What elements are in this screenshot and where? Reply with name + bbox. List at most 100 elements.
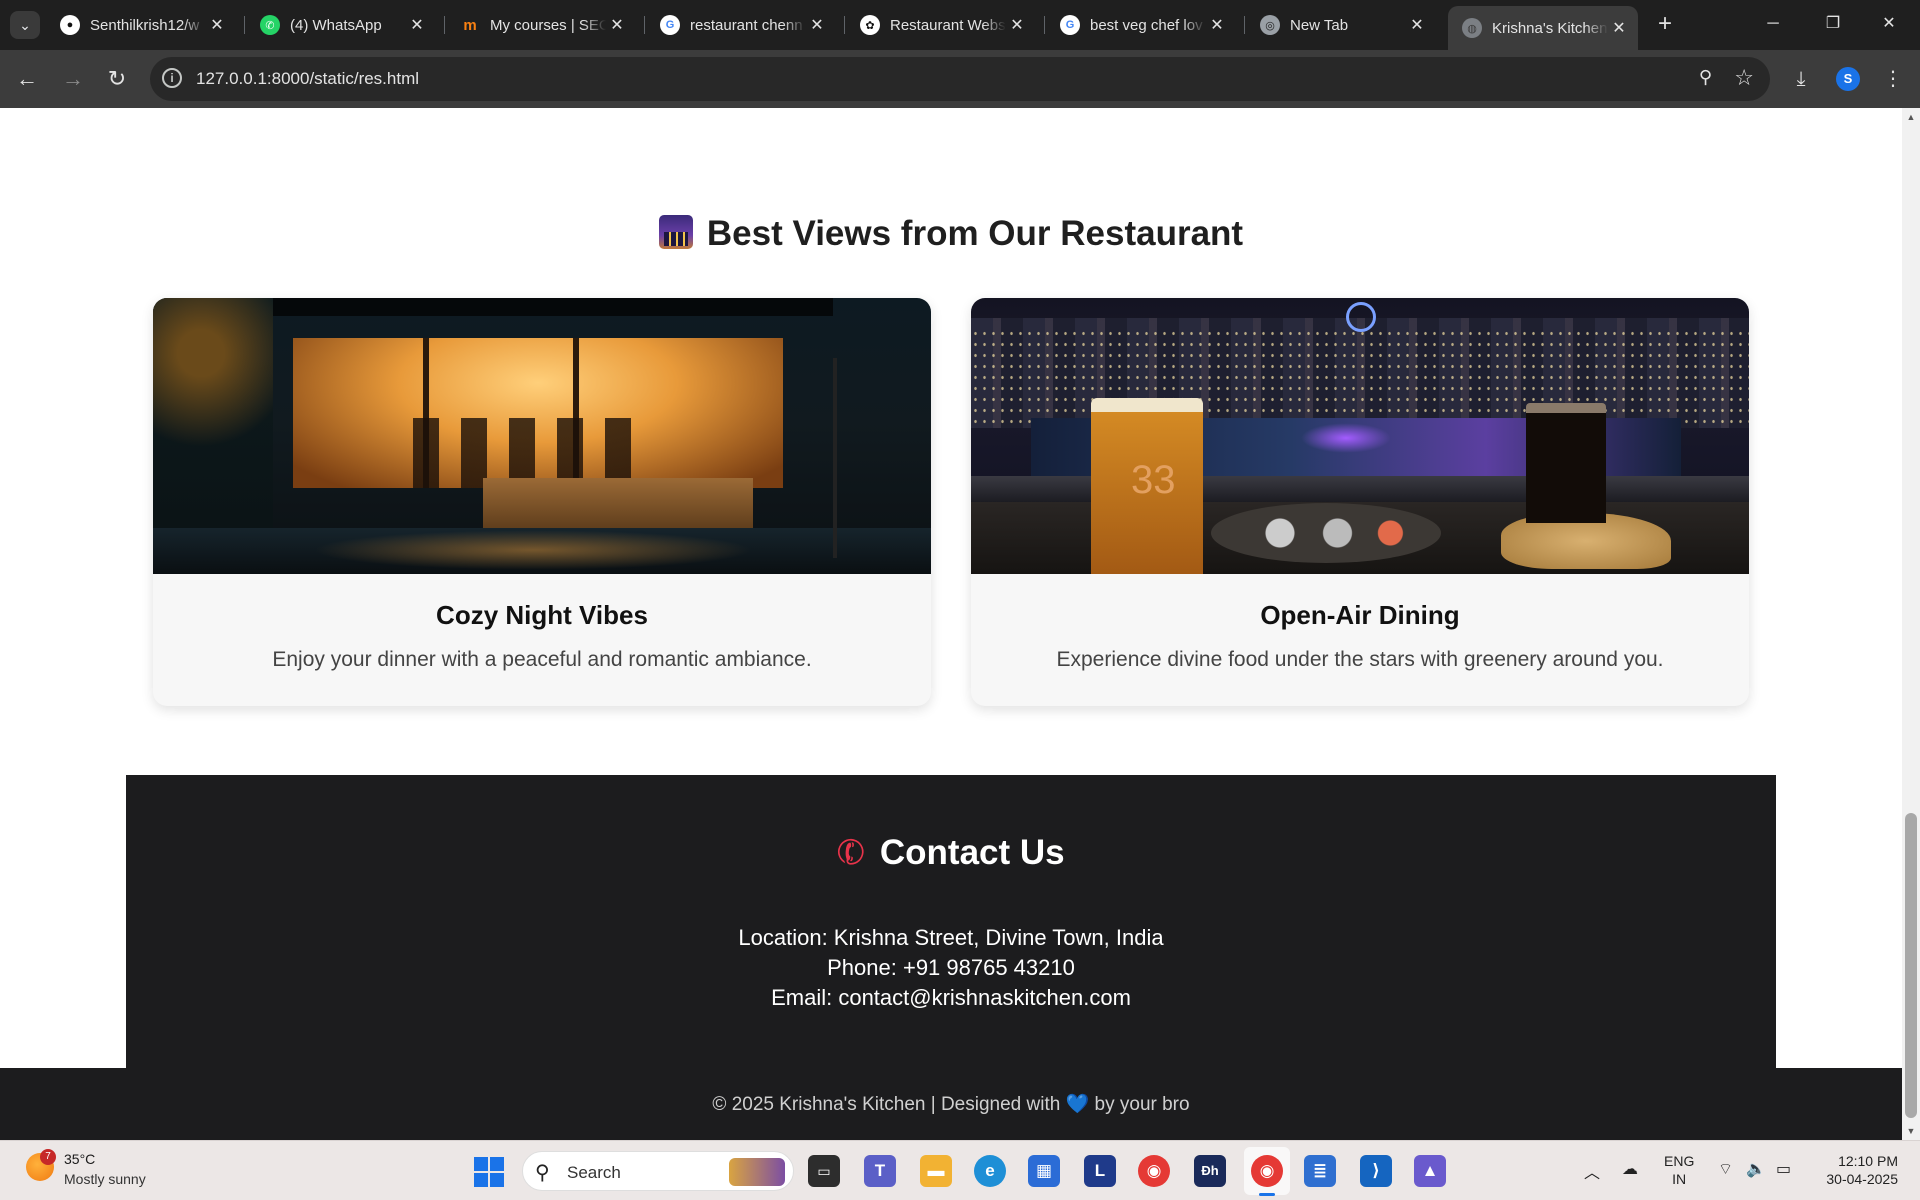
- photo-neon-glow: [1301, 423, 1391, 453]
- back-arrow-icon[interactable]: ←: [10, 62, 44, 96]
- blue-heart-icon: 💙: [1065, 1094, 1090, 1115]
- language-indicator[interactable]: ENG IN: [1664, 1152, 1694, 1188]
- close-tab-icon[interactable]: ✕: [1608, 18, 1630, 38]
- search-icon: ⚲: [535, 1162, 550, 1184]
- close-tab-icon[interactable]: ✕: [406, 15, 428, 35]
- photo-food-plate: [1211, 503, 1441, 563]
- photo-reflection: [313, 530, 753, 570]
- profile-avatar[interactable]: S: [1836, 67, 1860, 91]
- edge-icon[interactable]: e: [974, 1155, 1006, 1187]
- tab-divider: [444, 16, 445, 34]
- tab-krishnas-kitchen[interactable]: ◍ Krishna's Kitchen ✕: [1448, 6, 1638, 50]
- tab-restaurant-website[interactable]: ✿ Restaurant Webs ✕: [846, 8, 1036, 42]
- tab-divider: [1044, 16, 1045, 34]
- tab-divider: [1244, 16, 1245, 34]
- close-tab-icon[interactable]: ✕: [1406, 15, 1428, 35]
- lenovo-icon[interactable]: L: [1084, 1155, 1116, 1187]
- chrome-icon: ◎: [1260, 15, 1280, 35]
- photos-icon[interactable]: ▲: [1414, 1155, 1446, 1187]
- microsoft-store-icon[interactable]: ▦: [1028, 1155, 1060, 1187]
- contact-location: Location: Krishna Street, Divine Town, I…: [738, 925, 1164, 950]
- language-code: ENG: [1664, 1153, 1695, 1169]
- address-bar[interactable]: i 127.0.0.1:8000/static/res.html ⚲ ☆: [150, 57, 1770, 101]
- photo-counter: [483, 478, 753, 533]
- chrome-icon[interactable]: ◉: [1138, 1155, 1170, 1187]
- photo-railing: [971, 476, 1749, 502]
- close-tab-icon[interactable]: ✕: [806, 15, 828, 35]
- close-tab-icon[interactable]: ✕: [1006, 15, 1028, 35]
- onedrive-cloud-icon[interactable]: ☁: [1622, 1159, 1638, 1179]
- view-card-cozy-night: Cozy Night Vibes Enjoy your dinner with …: [153, 298, 931, 706]
- tab-title: (4) WhatsApp: [290, 16, 382, 34]
- bookmark-star-icon[interactable]: ☆: [1734, 65, 1754, 91]
- site-info-icon[interactable]: i: [162, 68, 182, 88]
- task-view-icon[interactable]: ▭: [808, 1155, 840, 1187]
- tab-strip: ⌄ ● Senthilkrish12/w ✕ ✆ (4) WhatsApp ✕ …: [0, 0, 1920, 50]
- tab-title: restaurant chenn: [690, 16, 803, 34]
- whatsapp-icon: ✆: [260, 15, 280, 35]
- windows-start-icon[interactable]: [474, 1157, 504, 1187]
- tab-search-chevron-icon[interactable]: ⌄: [10, 11, 40, 39]
- tab-divider: [644, 16, 645, 34]
- card-title: Open-Air Dining: [1260, 600, 1460, 630]
- scroll-up-arrow-icon[interactable]: ▲: [1906, 112, 1916, 122]
- night-city-emoji-icon: [658, 215, 693, 249]
- phone-icon: ✆: [831, 830, 872, 876]
- card-description: Experience divine food under the stars w…: [1056, 648, 1664, 671]
- page-viewport: Best Views from Our Restaurant Cozy Nigh…: [0, 108, 1902, 1140]
- minimize-icon[interactable]: ─: [1750, 8, 1796, 40]
- tab-best-veg-chef[interactable]: G best veg chef lov ✕: [1046, 8, 1236, 42]
- new-tab-button[interactable]: +: [1650, 10, 1680, 40]
- tab-whatsapp[interactable]: ✆ (4) WhatsApp ✕: [246, 8, 436, 42]
- close-tab-icon[interactable]: ✕: [606, 15, 628, 35]
- teams-icon[interactable]: T: [864, 1155, 896, 1187]
- contact-section: ✆ Contact Us Location: Krishna Street, Di…: [126, 775, 1776, 1068]
- card-description: Enjoy your dinner with a peaceful and ro…: [272, 648, 812, 671]
- more-menu-icon[interactable]: ⋮: [1880, 62, 1906, 96]
- tab-title: Krishna's Kitchen: [1492, 19, 1608, 37]
- tab-title: New Tab: [1290, 16, 1349, 34]
- photo-city-lights: [971, 328, 1749, 428]
- browser-toolbar: ← → ↻ i 127.0.0.1:8000/static/res.html ⚲…: [0, 50, 1920, 108]
- weather-description[interactable]: Mostly sunny: [64, 1171, 146, 1187]
- tab-github[interactable]: ● Senthilkrish12/w ✕: [46, 8, 236, 42]
- close-window-icon[interactable]: ✕: [1866, 8, 1912, 40]
- wifi-icon[interactable]: ⌔: [1718, 1159, 1733, 1179]
- tab-my-courses[interactable]: m My courses | SEC ✕: [446, 8, 636, 42]
- github-icon: ●: [60, 15, 80, 35]
- contact-email: Email: contact@krishnaskitchen.com: [771, 985, 1131, 1010]
- photo-lamp-post: [833, 358, 837, 558]
- page-footer: © 2025 Krishna's Kitchen | Designed with…: [0, 1068, 1902, 1140]
- tab-restaurant-chennai[interactable]: G restaurant chenn ✕: [646, 8, 836, 42]
- close-tab-icon[interactable]: ✕: [206, 15, 228, 35]
- download-icon[interactable]: ⤓: [1786, 62, 1816, 96]
- tab-title: My courses | SEC: [490, 16, 606, 34]
- footer-text: © 2025 Krishna's Kitchen | Designed with…: [0, 1092, 1902, 1116]
- tab-divider: [244, 16, 245, 34]
- vscode-icon[interactable]: ⟩: [1360, 1155, 1392, 1187]
- volume-icon[interactable]: 🔈: [1746, 1159, 1766, 1179]
- windows-taskbar: 7 35°C Mostly sunny ⚲ Search ▭ T ▬ e ▦ L…: [0, 1140, 1920, 1200]
- notepad-icon[interactable]: ≣: [1304, 1155, 1336, 1187]
- dh-app-icon[interactable]: Đh: [1194, 1155, 1226, 1187]
- weather-temperature[interactable]: 35°C: [64, 1151, 95, 1167]
- page-scrollbar[interactable]: ▲ ▼: [1902, 108, 1920, 1140]
- file-explorer-icon[interactable]: ▬: [920, 1155, 952, 1187]
- close-tab-icon[interactable]: ✕: [1206, 15, 1228, 35]
- system-clock[interactable]: 12:10 PM 30-04-2025: [1818, 1152, 1898, 1188]
- views-section-title: Best Views from Our Restaurant: [0, 214, 1902, 254]
- battery-icon[interactable]: ▭: [1776, 1159, 1791, 1179]
- openai-icon: ✿: [860, 15, 880, 35]
- reload-icon[interactable]: ↻: [100, 62, 134, 96]
- weather-badge: 7: [40, 1149, 56, 1165]
- url-text[interactable]: 127.0.0.1:8000/static/res.html: [196, 69, 419, 89]
- chrome-active-icon[interactable]: ◉: [1251, 1155, 1283, 1196]
- taskbar-search[interactable]: ⚲ Search: [522, 1151, 794, 1191]
- show-hidden-icons-chevron-icon[interactable]: ︿: [1584, 1159, 1600, 1183]
- scroll-down-arrow-icon[interactable]: ▼: [1906, 1126, 1916, 1136]
- restore-icon[interactable]: ❐: [1810, 8, 1856, 40]
- scrollbar-thumb[interactable]: [1905, 813, 1917, 1118]
- zoom-icon[interactable]: ⚲: [1699, 67, 1712, 88]
- forward-arrow-icon[interactable]: →: [56, 62, 90, 96]
- tab-new-tab[interactable]: ◎ New Tab ✕: [1246, 8, 1436, 42]
